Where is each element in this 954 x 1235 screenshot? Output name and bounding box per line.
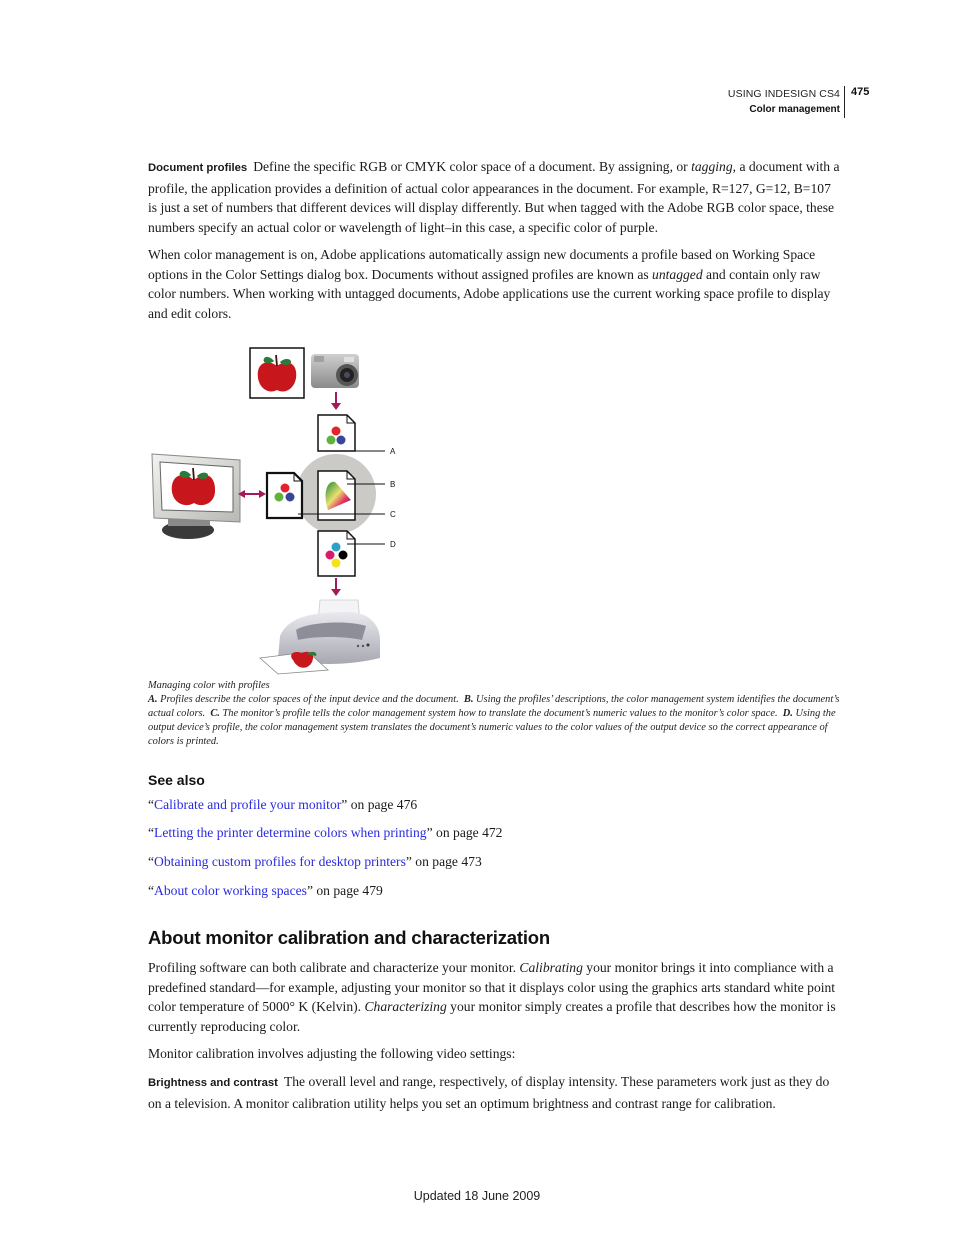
printer-icon <box>259 599 380 675</box>
callout-label-a: A <box>390 447 396 456</box>
apple-image-icon <box>249 347 305 399</box>
double-arrow-icon <box>238 490 266 498</box>
caption-body: A. Profiles describe the color spaces of… <box>148 694 840 747</box>
see-also-item: “Calibrate and profile your monitor” on … <box>148 797 418 812</box>
callout-label-d: D <box>390 540 396 549</box>
running-header: USING INDESIGN CS4 Color management <box>700 86 840 117</box>
see-also-link-working-spaces[interactable]: About color working spaces <box>154 883 307 898</box>
section-title: Color management <box>749 104 840 115</box>
callout-label-c: C <box>390 510 396 519</box>
camera-icon <box>311 354 359 388</box>
see-also-item: “Letting the printer determine colors wh… <box>148 825 503 840</box>
see-also-heading: See also <box>148 772 205 788</box>
see-also-item: “Obtaining custom profiles for desktop p… <box>148 854 482 869</box>
see-also-item: “About color working spaces” on page 479 <box>148 883 383 898</box>
book-title: USING INDESIGN CS4 <box>727 88 840 100</box>
document-profiles-paragraph: Document profiles Define the specific RGB… <box>148 159 840 235</box>
see-also-link-calibrate[interactable]: Calibrate and profile your monitor <box>154 797 341 812</box>
color-profiles-figure: A B C D <box>148 340 448 675</box>
arrow-down-icon <box>331 392 341 410</box>
color-management-paragraph: When color management is on, Adobe appli… <box>148 247 831 321</box>
monitor-icon <box>151 453 241 539</box>
document-profile-b-icon <box>317 470 356 521</box>
callout-label-b: B <box>390 480 395 489</box>
term-brightness-contrast: Brightness and contrast <box>148 1077 278 1089</box>
see-also-link-printer-colors[interactable]: Letting the printer determine colors whe… <box>154 825 427 840</box>
page-number: 475 <box>851 86 870 98</box>
footer-updated: Updated 18 June 2009 <box>413 1189 541 1203</box>
document-profile-c-icon <box>265 471 304 520</box>
figure-caption: Managing color with profiles A. Profiles… <box>148 679 848 749</box>
section-heading: About monitor calibration and characteri… <box>148 927 550 948</box>
document-profile-d-icon <box>317 530 356 577</box>
header-divider <box>844 86 845 118</box>
video-settings-intro: Monitor calibration involves adjusting t… <box>148 1046 516 1061</box>
term-document-profiles: Document profiles <box>148 162 248 174</box>
arrow-down-icon <box>331 578 341 596</box>
calibration-paragraph: Profiling software can both calibrate an… <box>148 960 836 1034</box>
caption-title: Managing color with profiles <box>148 680 270 691</box>
document-profile-a-icon <box>317 414 356 452</box>
brightness-contrast-paragraph: Brightness and contrast The overall level… <box>148 1074 830 1111</box>
see-also-link-custom-profiles[interactable]: Obtaining custom profiles for desktop pr… <box>154 854 406 869</box>
